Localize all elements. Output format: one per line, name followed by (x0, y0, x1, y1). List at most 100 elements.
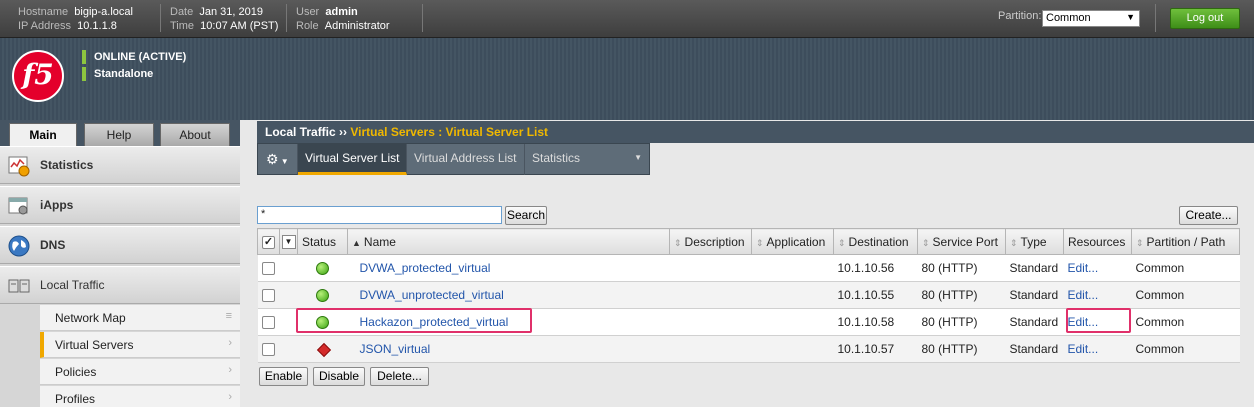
description-cell (669, 254, 752, 282)
nav-item-network-map[interactable]: Network Map ≡ (40, 305, 240, 331)
column-header-status[interactable]: Status (297, 228, 348, 255)
service-port-cell: 80 (HTTP) (917, 254, 1006, 282)
tab-virtual-server-list[interactable]: Virtual Server List (298, 144, 408, 175)
ip-label: IP Address (18, 20, 71, 32)
chevron-right-icon: › (228, 391, 232, 403)
resources-edit-link[interactable]: Edit... (1068, 342, 1099, 356)
logout-button[interactable]: Log out (1170, 8, 1240, 29)
tab-statistics-label: Statistics (532, 151, 581, 165)
partition-cell: Common (1131, 335, 1240, 363)
statistics-chart-icon (8, 156, 30, 177)
sort-icon: ⇕ (1136, 237, 1144, 248)
ip-value: 10.1.1.8 (77, 20, 117, 32)
destination-cell: 10.1.10.56 (833, 254, 918, 282)
column-header-application[interactable]: ⇕ Application (751, 228, 834, 255)
status-available-icon (316, 262, 329, 276)
tab-main[interactable]: Main (9, 123, 77, 147)
nav-section-local-traffic[interactable]: Local Traffic (0, 266, 240, 304)
application-cell (751, 281, 834, 309)
column-header-destination[interactable]: ⇕ Destination (833, 228, 918, 255)
name-cell: DVWA_protected_virtual (347, 254, 670, 282)
description-cell (669, 335, 752, 363)
nav-item-label: Policies (55, 365, 97, 379)
column-header-service-port[interactable]: ⇕ Service Port (917, 228, 1006, 255)
role-value: Administrator (324, 20, 390, 32)
resources-cell: Edit... (1063, 335, 1132, 363)
resources-edit-link[interactable]: Edit... (1068, 261, 1099, 275)
search-input[interactable]: * (257, 206, 502, 224)
nav-section-iapps[interactable]: iApps (0, 186, 240, 224)
left-navigation: Statistics iApps DNS Local Traffic Netwo… (0, 146, 240, 407)
status-cell (297, 254, 348, 282)
iapps-icon (8, 197, 28, 215)
nav-section-dns[interactable]: DNS (0, 226, 240, 264)
row-checkbox[interactable] (257, 335, 280, 363)
user-info: User admin Role Administrator (296, 5, 390, 33)
empty-cell (279, 335, 298, 363)
breadcrumb-section[interactable]: Local Traffic (265, 125, 336, 139)
column-header-label: Description (684, 234, 745, 249)
divider (160, 4, 161, 32)
checkbox-checked-icon: ✓ (262, 235, 275, 249)
virtual-server-link[interactable]: Hackazon_protected_virtual (360, 315, 509, 329)
search-button[interactable]: Search (505, 206, 547, 225)
row-checkbox[interactable] (257, 254, 280, 282)
nav-item-profiles[interactable]: Profiles › (40, 386, 240, 407)
service-port-cell: 80 (HTTP) (917, 335, 1006, 363)
virtual-server-link[interactable]: DVWA_unprotected_virtual (360, 288, 504, 302)
partition-cell: Common (1131, 254, 1240, 282)
hostname-label: Hostname (18, 6, 69, 18)
select-menu-dropdown[interactable]: ▼ (279, 228, 298, 255)
column-header-label: Application (766, 234, 826, 249)
nav-item-label: Virtual Servers (55, 338, 134, 352)
row-checkbox[interactable] (257, 308, 280, 336)
f5-logo: f5 (12, 50, 64, 102)
column-header-label: Partition / Path (1146, 234, 1226, 249)
resources-cell: Edit... (1063, 281, 1132, 309)
destination-cell: 10.1.10.58 (833, 308, 918, 336)
column-header-label: Name (363, 234, 396, 249)
resources-edit-link[interactable]: Edit... (1068, 288, 1099, 302)
nav-section-statistics[interactable]: Statistics (0, 146, 240, 184)
checkbox-icon (262, 262, 275, 276)
virtual-server-link[interactable]: JSON_virtual (360, 342, 431, 356)
nav-item-virtual-servers[interactable]: Virtual Servers › (40, 332, 240, 358)
name-cell: JSON_virtual (347, 335, 670, 363)
disable-button[interactable]: Disable (313, 367, 365, 386)
column-header-description[interactable]: ⇕ Description (669, 228, 752, 255)
tab-about[interactable]: About (160, 123, 230, 146)
enable-button[interactable]: Enable (259, 367, 308, 386)
nav-item-policies[interactable]: Policies › (40, 359, 240, 385)
sort-icon: ⇕ (756, 237, 764, 248)
datetime-info: Date Jan 31, 2019 Time 10:07 AM (PST) (170, 5, 278, 33)
destination-cell: 10.1.10.57 (833, 335, 918, 363)
column-header-partition[interactable]: ⇕ Partition / Path (1131, 228, 1240, 255)
resources-edit-link[interactable]: Edit... (1068, 315, 1099, 329)
create-button[interactable]: Create... (1179, 206, 1238, 225)
tab-virtual-address-list[interactable]: Virtual Address List (407, 144, 525, 175)
table-row: Hackazon_protected_virtual 10.1.10.58 80… (257, 308, 1240, 336)
select-all-checkbox[interactable]: ✓ (257, 228, 280, 255)
name-cell: Hackazon_protected_virtual (347, 308, 670, 336)
virtual-server-link[interactable]: DVWA_protected_virtual (360, 261, 491, 275)
status-cell (297, 335, 348, 363)
column-header-name[interactable]: ▲ Name (347, 228, 670, 255)
tab-statistics[interactable]: Statistics ▼ (525, 144, 650, 175)
chevron-down-icon: ▼ (281, 234, 296, 249)
tab-help[interactable]: Help (84, 123, 154, 146)
partition-select[interactable]: Common ▼ (1042, 10, 1140, 27)
delete-button[interactable]: Delete... (370, 367, 429, 386)
checkbox-icon (262, 289, 275, 303)
table-row: DVWA_unprotected_virtual 10.1.10.55 80 (… (257, 281, 1240, 309)
breadcrumb-page: Virtual Servers : Virtual Server List (350, 125, 549, 139)
globe-icon (8, 235, 30, 257)
status-cell (297, 308, 348, 336)
column-header-type[interactable]: ⇕ Type (1005, 228, 1064, 255)
row-checkbox[interactable] (257, 281, 280, 309)
type-cell: Standard (1005, 254, 1064, 282)
role-label: Role (296, 20, 319, 32)
nav-section-label: Local Traffic (40, 278, 105, 292)
resources-cell: Edit... (1063, 308, 1132, 336)
time-label: Time (170, 20, 195, 32)
gear-icon[interactable]: ⚙ ▼ (258, 144, 298, 175)
